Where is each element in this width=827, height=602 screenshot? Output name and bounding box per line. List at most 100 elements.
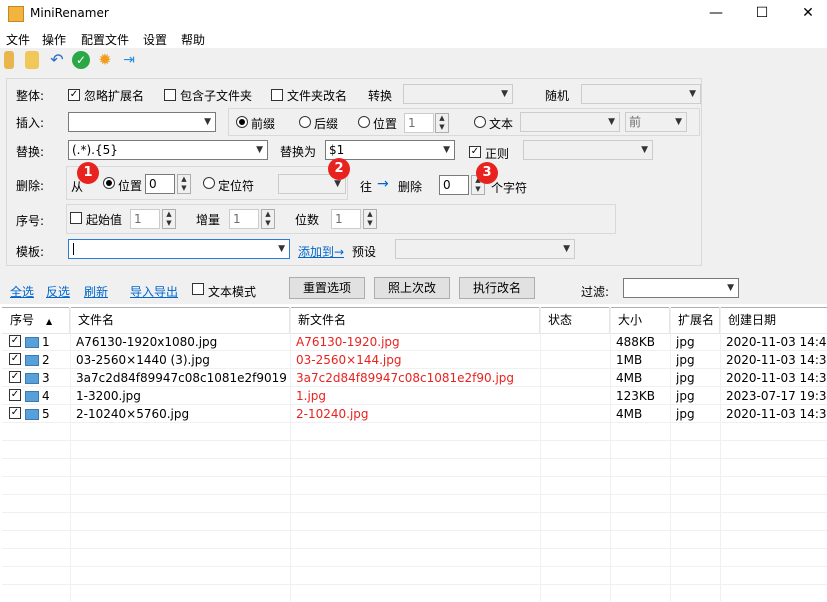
folder-icon[interactable] — [4, 51, 14, 69]
insert-position-stepper[interactable]: ▲ ▼ — [435, 113, 449, 133]
minimize-button[interactable]: — — [693, 0, 739, 28]
text-select[interactable]: ▼ — [520, 112, 620, 132]
text-label: 文本 — [489, 117, 514, 131]
row-size: 1MB — [616, 353, 643, 367]
insert-position-input[interactable]: 1 — [404, 113, 434, 133]
suffix-label: 后缀 — [314, 117, 339, 131]
row-seq: 2 — [42, 353, 50, 367]
replace-with-label: 替换为 — [280, 145, 317, 159]
template-input[interactable]: ▼ — [68, 239, 290, 259]
text-mode-checkbox[interactable] — [192, 283, 204, 295]
add-to-link[interactable]: 添加到→ — [298, 243, 344, 260]
row-date: 2020-11-03 14:44 — [726, 335, 827, 349]
delete-position-input[interactable]: 0 — [145, 174, 175, 194]
start-value-stepper[interactable]: ▲ ▼ — [162, 209, 176, 229]
filter-select[interactable]: ▼ — [623, 278, 739, 298]
direction-select[interactable]: 前 ▼ — [625, 112, 687, 132]
sequence-label: 序号: — [16, 214, 45, 228]
row-checkbox[interactable]: ✓ — [9, 389, 21, 401]
import-export-link[interactable]: 导入导出 — [130, 283, 178, 300]
digits-input[interactable]: 1 — [331, 209, 361, 229]
image-file-icon — [25, 355, 39, 366]
row-date: 2020-11-03 14:38 — [726, 371, 827, 385]
arrow-right-icon: → — [377, 176, 389, 192]
row-name: A76130-1920x1080.jpg — [76, 335, 218, 349]
find-input[interactable]: (.*).{5} ▼ — [68, 140, 268, 160]
check-icon[interactable]: ✓ — [72, 51, 90, 69]
row-checkbox[interactable]: ✓ — [9, 353, 21, 365]
regex-select[interactable]: ▼ — [523, 140, 653, 160]
regex-checkbox[interactable]: ✓ — [469, 146, 481, 158]
select-all-link[interactable]: 全选 — [10, 283, 34, 300]
undo-icon[interactable]: ↶ — [48, 51, 66, 69]
column-header-date[interactable]: 创建日期 — [720, 307, 827, 334]
maximize-button[interactable]: ☐ — [739, 0, 785, 28]
delete-position-stepper[interactable]: ▲ ▼ — [177, 174, 191, 194]
column-header-status[interactable]: 状态 — [540, 307, 610, 334]
column-header-size[interactable]: 大小 — [610, 307, 670, 334]
row-checkbox[interactable]: ✓ — [9, 371, 21, 383]
locator-radio[interactable] — [203, 177, 215, 189]
refresh-link[interactable]: 刷新 — [84, 283, 108, 300]
menu-file[interactable]: 文件 — [6, 31, 30, 48]
text-cursor — [73, 243, 74, 255]
row-ext: jpg — [676, 353, 695, 367]
chevron-down-icon: ▼ — [689, 89, 696, 99]
row-seq: 4 — [42, 389, 50, 403]
column-header-name[interactable]: 文件名 — [70, 307, 290, 334]
row-size: 488KB — [616, 335, 656, 349]
digits-stepper[interactable]: ▲ ▼ — [363, 209, 377, 229]
column-header-new-name[interactable]: 新文件名 — [290, 307, 540, 334]
row-new-name: 1.jpg — [296, 389, 327, 403]
text-radio[interactable] — [474, 116, 486, 128]
menu-settings[interactable]: 设置 — [143, 31, 167, 48]
last-time-button[interactable]: 照上次改 — [374, 277, 450, 299]
increment-stepper[interactable]: ▲ ▼ — [261, 209, 275, 229]
row-new-name: A76130-1920.jpg — [296, 335, 400, 349]
insert-input[interactable]: ▼ — [68, 112, 216, 132]
menu-help[interactable]: 帮助 — [181, 31, 205, 48]
row-ext: jpg — [676, 407, 695, 421]
filter-label: 过滤: — [581, 285, 610, 299]
sort-up-icon: ▲ — [46, 317, 53, 326]
row-checkbox[interactable]: ✓ — [9, 335, 21, 347]
replace-label: 替换: — [16, 145, 45, 159]
row-size: 123KB — [616, 389, 656, 403]
row-new-name: 3a7c2d84f89947c08c1081e2f90.jpg — [296, 371, 515, 385]
start-value-checkbox[interactable] — [70, 212, 82, 224]
ignore-ext-checkbox[interactable]: ✓ — [68, 89, 80, 101]
row-checkbox[interactable]: ✓ — [9, 407, 21, 419]
row-size: 4MB — [616, 407, 643, 421]
execute-rename-button[interactable]: 执行改名 — [459, 277, 535, 299]
insert-position-radio[interactable] — [358, 116, 370, 128]
menu-operation[interactable]: 操作 — [42, 31, 66, 48]
column-header-seq[interactable]: 序号 ▲ — [2, 307, 70, 334]
suffix-radio[interactable] — [299, 116, 311, 128]
random-select[interactable]: ▼ — [581, 84, 701, 104]
menu-profile[interactable]: 配置文件 — [81, 31, 129, 48]
rename-folder-checkbox[interactable] — [271, 89, 283, 101]
folder-open-icon[interactable] — [25, 51, 39, 69]
include-sub-checkbox[interactable] — [164, 89, 176, 101]
row-new-name: 2-10240.jpg — [296, 407, 369, 421]
pin-icon[interactable]: ⇥ — [120, 51, 138, 69]
row-date: 2023-07-17 19:32 — [726, 389, 827, 403]
gear-icon[interactable]: ✹ — [96, 51, 114, 69]
convert-select[interactable]: ▼ — [403, 84, 513, 104]
column-header-ext[interactable]: 扩展名 — [670, 307, 720, 334]
reset-options-button[interactable]: 重置选项 — [289, 277, 365, 299]
delete-count-input[interactable]: 0 — [439, 175, 469, 195]
prefix-radio[interactable] — [236, 116, 248, 128]
overall-label: 整体: — [16, 89, 45, 103]
image-file-icon — [25, 373, 39, 384]
row-ext: jpg — [676, 389, 695, 403]
increment-input[interactable]: 1 — [229, 209, 259, 229]
close-button[interactable]: ✕ — [785, 0, 827, 28]
replace-input[interactable]: $1 ▼ — [325, 140, 455, 160]
row-name: 03-2560×1440 (3).jpg — [76, 353, 210, 367]
preset-select[interactable]: ▼ — [395, 239, 575, 259]
start-value-input[interactable]: 1 — [130, 209, 160, 229]
delete-position-radio[interactable] — [103, 177, 115, 189]
invert-selection-link[interactable]: 反选 — [46, 283, 70, 300]
replace-value: $1 — [329, 143, 345, 157]
